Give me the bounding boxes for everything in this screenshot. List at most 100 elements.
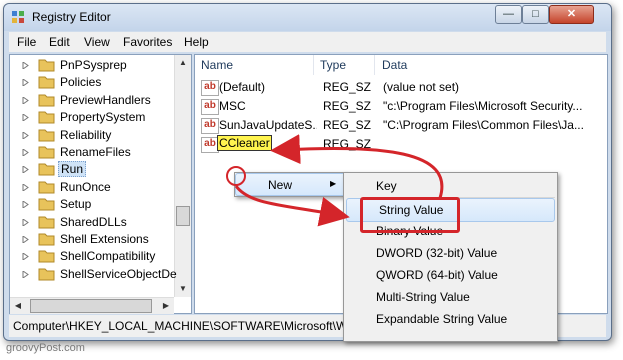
expand-arrow-icon[interactable]: [22, 183, 29, 191]
value-data: "c:\Program Files\Microsoft Security...: [383, 99, 583, 113]
tree-scroll-thumb[interactable]: [176, 206, 190, 226]
minimize-button[interactable]: —: [495, 5, 522, 24]
scroll-down-icon[interactable]: ▼: [175, 281, 191, 297]
submenu-arrow-icon: ▶: [330, 179, 337, 188]
registry-value-row[interactable]: ab CCleaner REG_SZ: [195, 135, 607, 153]
registry-value-row[interactable]: ab (Default) REG_SZ (value not set): [195, 78, 607, 96]
menu-file[interactable]: File: [17, 35, 36, 49]
tree-vertical-scrollbar[interactable]: ▲ ▼: [174, 55, 191, 297]
value-data: (value not set): [383, 80, 460, 94]
expand-arrow-icon[interactable]: [22, 166, 29, 174]
tree-item-label: Shell Extensions: [60, 232, 149, 246]
value-type: REG_SZ: [323, 137, 372, 151]
tree-item[interactable]: PreviewHandlers: [10, 92, 174, 109]
tree-item[interactable]: SharedDLLs: [10, 214, 174, 231]
folder-icon: [38, 111, 55, 124]
tree-item[interactable]: PnPSysprep: [10, 57, 174, 74]
tree-item[interactable]: ShellServiceObjectDe: [10, 266, 177, 283]
value-data: "C:\Program Files\Common Files\Ja...: [383, 118, 584, 132]
column-header-type[interactable]: Type: [314, 55, 375, 75]
folder-icon: [38, 181, 55, 194]
expand-arrow-icon[interactable]: [22, 96, 29, 104]
tree-item-label: PropertySystem: [60, 110, 146, 125]
tree-item-label: ShellCompatibility: [60, 249, 156, 264]
tree-item-label: ShellServiceObjectDe: [60, 266, 177, 281]
registry-value-row[interactable]: ab MSC REG_SZ "c:\Program Files\Microsoft S…: [195, 97, 607, 115]
submenu-item-qword-64-bit-value[interactable]: QWORD (64-bit) Value: [344, 264, 557, 286]
menu-item-new[interactable]: New ▶: [235, 173, 347, 196]
submenu-item-dword-32-bit-value[interactable]: DWORD (32-bit) Value: [344, 242, 557, 264]
folder-icon: [38, 250, 55, 263]
tree-item-label: PreviewHandlers: [60, 92, 151, 107]
tree-item[interactable]: Policies: [10, 74, 174, 91]
scroll-right-icon[interactable]: ▶: [158, 298, 174, 314]
expand-arrow-icon[interactable]: [22, 218, 29, 226]
string-value-icon: ab: [201, 118, 219, 134]
value-name: (Default): [219, 80, 266, 94]
folder-icon: [38, 216, 55, 229]
tree-item[interactable]: Reliability: [10, 127, 174, 144]
folder-icon: [38, 129, 55, 142]
highlight-box-string-value: [360, 197, 460, 233]
tree-item[interactable]: RunOnce: [10, 179, 174, 196]
scroll-up-icon[interactable]: ▲: [175, 55, 191, 71]
value-name: SunJavaUpdateS...: [219, 118, 317, 132]
expand-arrow-icon[interactable]: [22, 253, 29, 261]
submenu-item-key[interactable]: Key: [344, 175, 557, 197]
status-path: Computer\HKEY_LOCAL_MACHINE\SOFTWARE\Mic…: [13, 319, 343, 333]
tree-item[interactable]: RenameFiles: [10, 144, 174, 161]
scroll-left-icon[interactable]: ◀: [10, 298, 26, 314]
folder-icon: [38, 163, 55, 176]
key-tree-pane[interactable]: ▲ ▼ ◀ ▶ PnPSysprep Policies PreviewHandler…: [9, 54, 192, 314]
expand-arrow-icon[interactable]: [22, 270, 29, 278]
column-header-name[interactable]: Name: [195, 55, 314, 75]
close-button[interactable]: ✕: [549, 5, 594, 24]
tree-item[interactable]: Run: [10, 161, 174, 178]
folder-icon: [38, 198, 55, 211]
tree-item[interactable]: Setup: [10, 196, 174, 213]
tree-item-label: Setup: [60, 197, 92, 212]
submenu-item-expandable-string-value[interactable]: Expandable String Value: [344, 308, 557, 330]
menu-bar: File Edit View Favorites Help: [9, 32, 606, 52]
expand-arrow-icon[interactable]: [22, 62, 29, 69]
expand-arrow-icon[interactable]: [22, 236, 29, 243]
maximize-button[interactable]: □: [522, 5, 549, 24]
tree-item[interactable]: PropertySystem: [10, 109, 174, 126]
tree-item-label: Reliability: [60, 127, 112, 142]
expand-arrow-icon[interactable]: [22, 201, 29, 209]
value-type: REG_SZ: [323, 99, 372, 113]
context-menu: New ▶: [234, 172, 347, 197]
menu-view[interactable]: View: [84, 35, 110, 49]
menu-help[interactable]: Help: [184, 35, 209, 49]
folder-icon: [38, 233, 55, 246]
column-header-data[interactable]: Data: [376, 55, 602, 75]
watermark: groovyPost.com: [6, 342, 85, 354]
tree-item-label: Run: [58, 161, 87, 178]
string-value-icon: ab: [201, 99, 219, 115]
folder-icon: [38, 59, 55, 72]
window-title: Registry Editor: [32, 10, 111, 24]
value-name: MSC: [219, 99, 246, 113]
menu-edit[interactable]: Edit: [49, 35, 70, 49]
tree-item-label: SharedDLLs: [60, 214, 127, 229]
expand-arrow-icon[interactable]: [22, 79, 29, 87]
expand-arrow-icon[interactable]: [22, 131, 29, 139]
expand-arrow-icon[interactable]: [22, 114, 29, 122]
string-value-icon: ab: [201, 80, 219, 96]
title-bar[interactable]: Registry Editor — □ ✕: [4, 4, 611, 31]
expand-arrow-icon[interactable]: [22, 149, 29, 156]
folder-icon: [38, 94, 55, 107]
tree-item[interactable]: Shell Extensions: [10, 231, 174, 248]
submenu-item-multi-string-value[interactable]: Multi-String Value: [344, 286, 557, 308]
folder-icon: [38, 146, 55, 159]
value-type: REG_SZ: [323, 80, 372, 94]
tree-item[interactable]: ShellCompatibility: [10, 248, 174, 265]
registry-value-row[interactable]: ab SunJavaUpdateS... REG_SZ "C:\Program Fil…: [195, 116, 607, 134]
tree-item-label: Policies: [60, 75, 102, 90]
rename-input[interactable]: CCleaner: [217, 135, 272, 151]
value-type: REG_SZ: [323, 118, 372, 132]
tree-item-label: PnPSysprep: [60, 58, 127, 72]
folder-icon: [38, 268, 55, 281]
tree-hscroll-thumb[interactable]: [30, 299, 152, 313]
menu-favorites[interactable]: Favorites: [123, 35, 172, 49]
